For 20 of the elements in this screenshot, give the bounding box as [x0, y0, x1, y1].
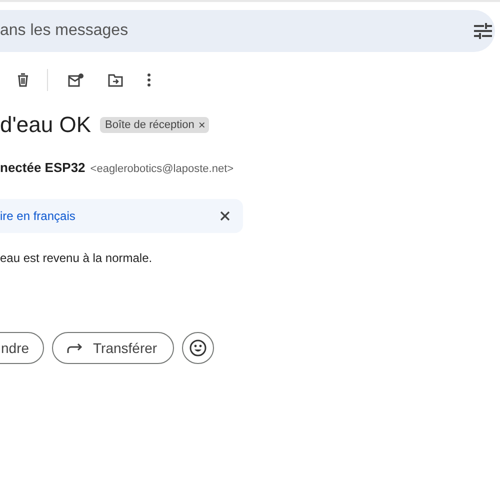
email-subject: d'eau OK	[0, 112, 92, 138]
smiley-icon	[189, 339, 208, 357]
forward-arrow-icon	[67, 342, 83, 354]
filter-options-icon[interactable]	[474, 23, 492, 39]
close-icon[interactable]	[220, 211, 230, 221]
search-field[interactable]: ans les messages	[0, 22, 474, 40]
translate-link[interactable]: ire en français	[0, 209, 76, 223]
sender-name: nectée ESP32	[0, 160, 86, 175]
more-options-icon[interactable]	[147, 73, 151, 87]
label-text: Boîte de réception	[105, 119, 194, 131]
emoji-reaction-button[interactable]	[182, 332, 214, 364]
sender-email: <eaglerobotics@laposte.net>	[90, 163, 234, 175]
forward-button[interactable]: Transférer	[52, 332, 174, 364]
message-body: eau est revenu à la normale.	[0, 251, 154, 265]
mark-unread-icon[interactable]	[68, 73, 84, 87]
move-to-folder-icon[interactable]	[108, 74, 123, 86]
search-bar[interactable]: ans les messages	[0, 10, 495, 52]
delete-icon[interactable]	[17, 73, 29, 87]
remove-label-button[interactable]: ×	[198, 119, 206, 131]
reply-button[interactable]: ndre	[0, 332, 44, 364]
